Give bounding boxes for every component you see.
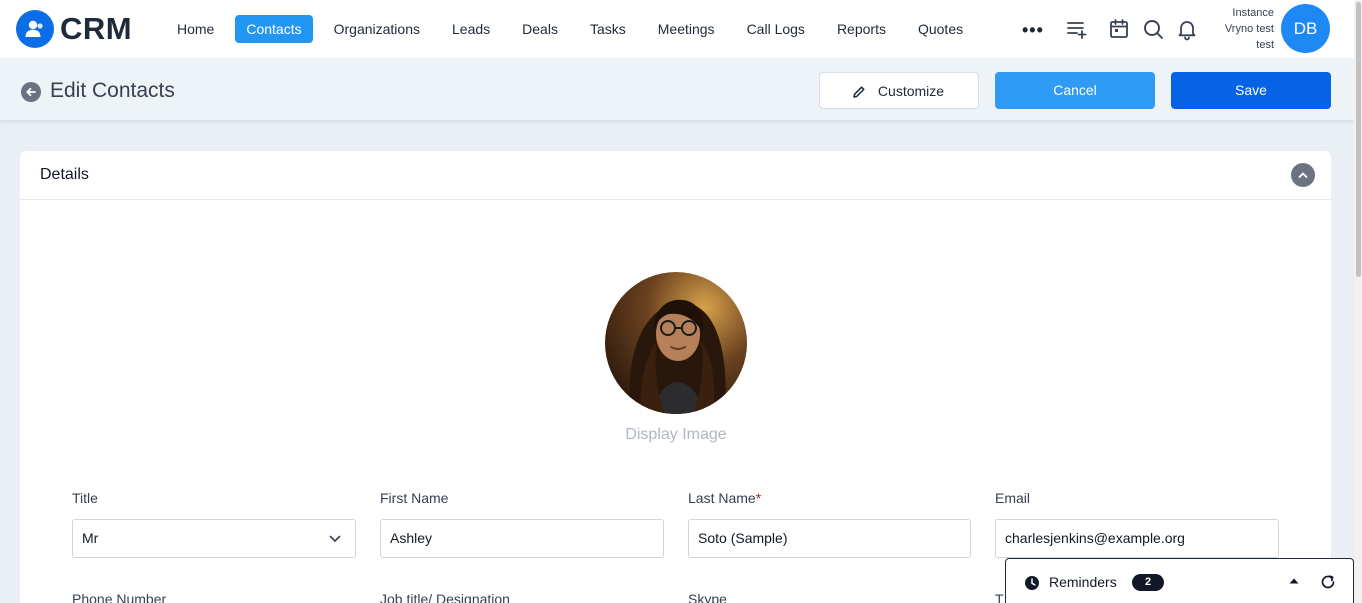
last-name-label-text: Last Name (688, 490, 756, 506)
customize-button[interactable]: Customize (819, 72, 979, 109)
chevron-up-icon[interactable] (1291, 163, 1315, 187)
title-select[interactable]: Mr (72, 519, 356, 558)
top-navigation-bar: CRM Home Contacts Organizations Leads De… (0, 0, 1362, 58)
first-name-input[interactable]: Ashley (380, 519, 664, 558)
display-image-caption: Display Image (625, 426, 727, 443)
search-icon[interactable] (1141, 17, 1165, 41)
clock-icon (1025, 576, 1039, 590)
details-section: Details Display Image Title First Name L… (20, 151, 1331, 603)
reminders-panel[interactable]: Reminders 2 (1005, 558, 1354, 603)
app-logo[interactable]: CRM (16, 10, 132, 48)
page-header: Edit Contacts Customize Cancel Save (0, 58, 1354, 120)
nav-item-quotes[interactable]: Quotes (907, 15, 974, 43)
list-add-icon[interactable] (1065, 17, 1089, 41)
nav-item-contacts[interactable]: Contacts (235, 15, 313, 43)
section-header: Details (20, 151, 1331, 200)
refresh-icon[interactable] (1320, 574, 1336, 590)
caret-up-icon[interactable] (1289, 578, 1299, 584)
nav-item-home[interactable]: Home (166, 15, 225, 43)
reminders-count-badge: 2 (1132, 574, 1164, 591)
chevron-down-icon (329, 535, 341, 542)
instance-name: Instance Vryno test test (1206, 5, 1274, 53)
last-name-input[interactable]: Soto (Sample) (688, 519, 971, 558)
nav-item-organizations[interactable]: Organizations (323, 15, 431, 43)
cancel-button[interactable]: Cancel (995, 72, 1155, 109)
last-name-label: Last Name* (688, 490, 761, 506)
customize-label: Customize (877, 83, 945, 99)
email-label: Email (995, 490, 1031, 506)
section-title: Details (40, 166, 89, 183)
save-button[interactable]: Save (1171, 72, 1331, 109)
instance-line: Instance (1232, 7, 1274, 19)
instance-line: test (1256, 39, 1274, 51)
display-image[interactable] (605, 272, 747, 414)
more-menu-button[interactable]: ••• (1022, 20, 1044, 41)
title-field-label: Title (72, 490, 98, 506)
fourth-column-label: T (995, 591, 1004, 603)
skype-label: Skype (688, 591, 727, 603)
title-select-value: Mr (82, 530, 99, 546)
nav-item-leads[interactable]: Leads (441, 15, 501, 43)
first-name-label: First Name (380, 490, 449, 506)
scrollbar-thumb[interactable] (1356, 2, 1361, 277)
bell-icon[interactable] (1175, 17, 1199, 41)
page-title: Edit Contacts (50, 79, 175, 102)
reminders-label: Reminders (1049, 574, 1117, 590)
logo-people-icon (16, 10, 54, 48)
calendar-icon[interactable] (1107, 17, 1131, 41)
required-marker: * (755, 490, 762, 506)
pencil-icon (853, 86, 865, 98)
nav-item-tasks[interactable]: Tasks (579, 15, 637, 43)
user-avatar[interactable]: DB (1281, 4, 1330, 53)
nav-item-deals[interactable]: Deals (511, 15, 569, 43)
nav-item-reports[interactable]: Reports (826, 15, 897, 43)
job-title-label: Job title/ Designation (380, 591, 510, 603)
phone-number-label: Phone Number (72, 591, 167, 603)
nav-item-call-logs[interactable]: Call Logs (736, 15, 816, 43)
main-nav: Home Contacts Organizations Leads Deals … (166, 15, 984, 43)
app-name: CRM (60, 11, 133, 46)
instance-line: Vryno test (1224, 23, 1274, 35)
back-arrow-icon[interactable] (21, 82, 41, 102)
email-input[interactable]: charlesjenkins@example.org (995, 519, 1279, 558)
nav-item-meetings[interactable]: Meetings (647, 15, 726, 43)
